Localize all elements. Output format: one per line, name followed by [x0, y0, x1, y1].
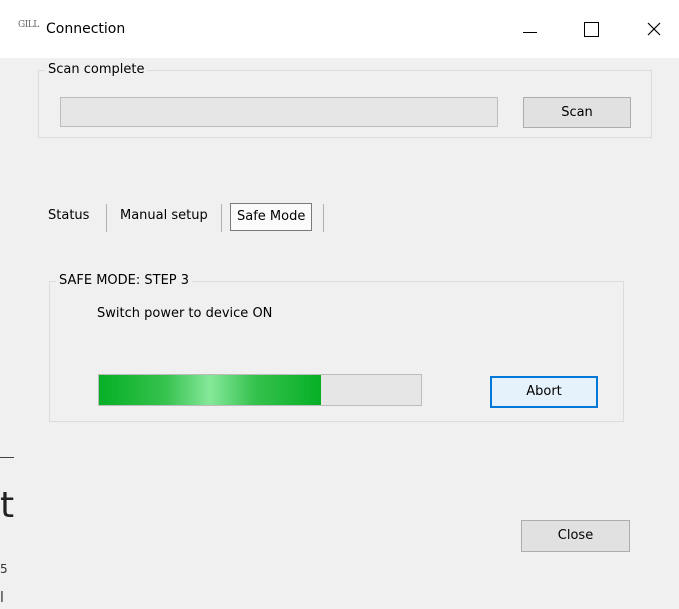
background-text-fragment: 5: [0, 562, 8, 576]
tab-safe-mode[interactable]: Safe Mode: [230, 203, 313, 231]
scan-button[interactable]: Scan: [523, 97, 631, 128]
tab-manual-setup[interactable]: Manual setup: [120, 200, 208, 234]
safe-mode-group: SAFE MODE: STEP 3 Switch power to device…: [49, 273, 624, 422]
app-logo-icon: GILL: [18, 20, 39, 30]
safe-mode-progress-bar: [98, 374, 422, 406]
window-title: Connection: [46, 21, 126, 37]
close-button[interactable]: Close: [521, 520, 630, 552]
maximize-button[interactable]: [567, 14, 613, 44]
close-icon: [647, 22, 661, 36]
tab-divider: [106, 204, 107, 232]
background-divider: [0, 457, 14, 458]
minimize-button[interactable]: [506, 14, 552, 44]
abort-button[interactable]: Abort: [490, 376, 598, 408]
progress-fill: [99, 375, 322, 405]
tab-divider: [221, 204, 222, 232]
scan-progress-bar: [60, 97, 498, 127]
instruction-text: Switch power to device ON: [97, 306, 273, 321]
title-bar: GILL Connection: [0, 0, 679, 58]
tab-divider: [323, 204, 324, 232]
scan-status-label: Scan complete: [45, 62, 148, 77]
safe-mode-step-label: SAFE MODE: STEP 3: [56, 273, 193, 288]
background-text-fragment: t: [0, 485, 15, 526]
close-window-button[interactable]: [630, 14, 676, 44]
tab-status[interactable]: Status: [48, 200, 89, 234]
background-text-fragment: l: [0, 590, 4, 606]
scan-group: Scan complete Scan: [38, 62, 652, 138]
